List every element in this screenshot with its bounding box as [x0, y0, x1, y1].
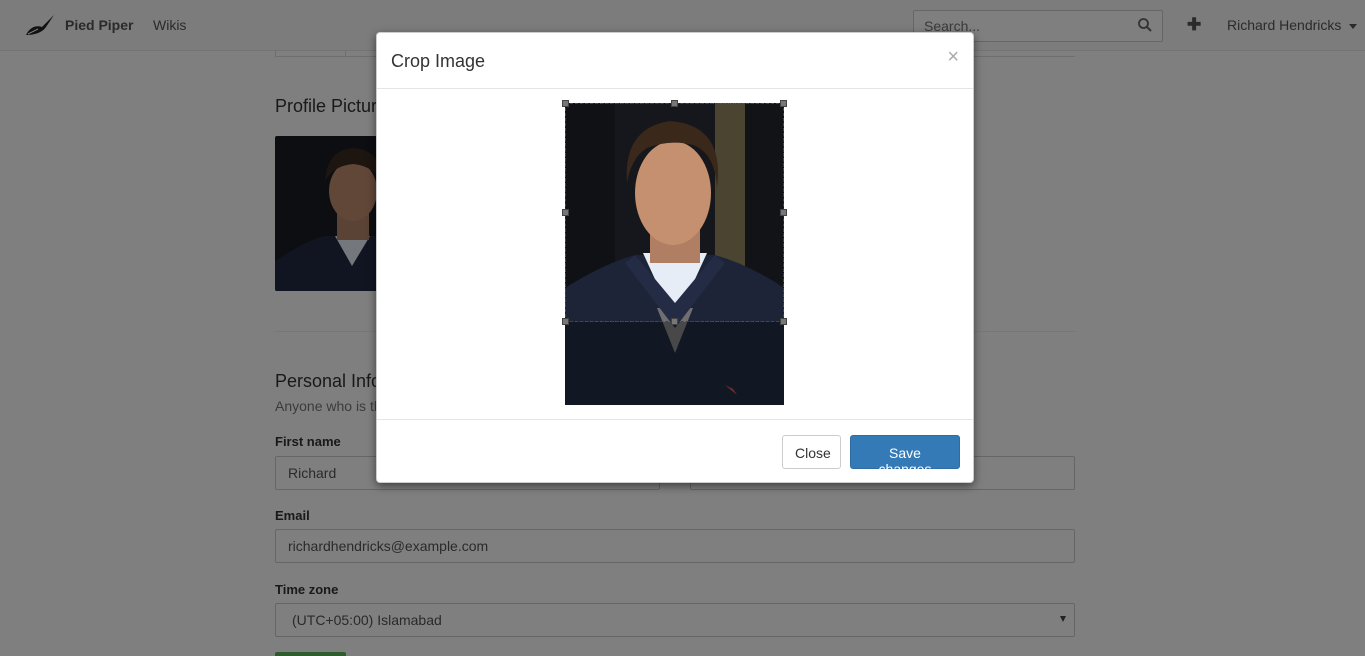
modal-header: Crop Image × — [377, 33, 973, 89]
crop-image-area[interactable] — [562, 100, 787, 405]
close-icon[interactable]: × — [947, 47, 959, 67]
crop-handle-w[interactable] — [562, 209, 569, 216]
crop-image-modal: Crop Image × Close Save changes — [376, 32, 974, 483]
crop-selection-box[interactable] — [565, 103, 784, 322]
modal-title: Crop Image — [391, 51, 486, 71]
crop-handle-ne[interactable] — [780, 100, 787, 107]
close-button[interactable]: Close — [782, 435, 841, 469]
modal-footer: Close Save changes — [377, 419, 973, 484]
crop-handle-e[interactable] — [780, 209, 787, 216]
crop-dim-overlay — [565, 322, 784, 405]
crop-handle-s[interactable] — [671, 318, 678, 325]
save-changes-button[interactable]: Save changes — [850, 435, 960, 477]
crop-handle-se[interactable] — [780, 318, 787, 325]
crop-handle-nw[interactable] — [562, 100, 569, 107]
modal-body — [377, 89, 973, 419]
crop-handle-n[interactable] — [671, 100, 678, 107]
crop-handle-sw[interactable] — [562, 318, 569, 325]
